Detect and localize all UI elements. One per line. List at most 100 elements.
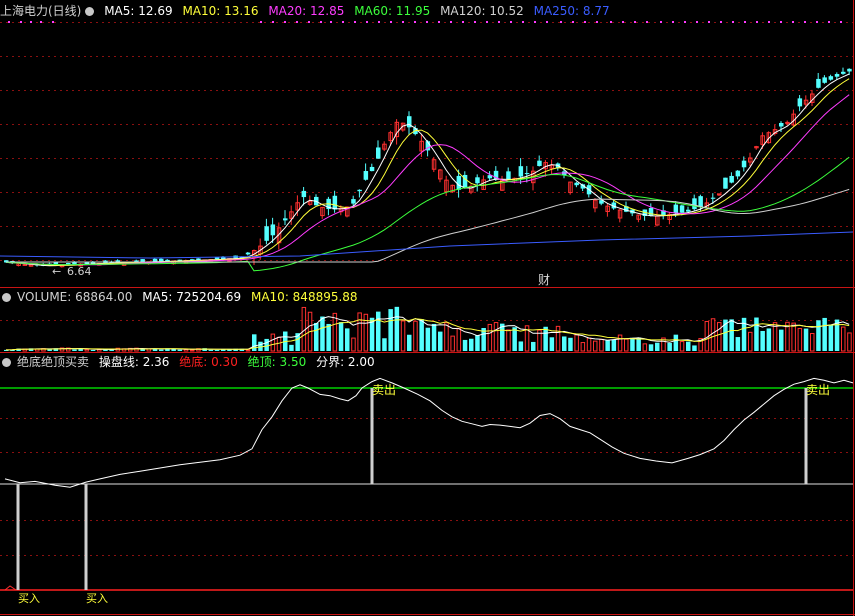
volume-bar (512, 327, 517, 351)
volume-bar (345, 328, 350, 351)
ma20-line (5, 94, 850, 266)
candle-body (779, 123, 784, 127)
indicator-panel: 买入 买入 卖出 卖出 (0, 377, 854, 605)
volume-bar (382, 338, 387, 351)
candle-body (841, 71, 846, 74)
volume-bar (351, 337, 356, 352)
signal-dot (744, 21, 746, 23)
volume-bar (741, 317, 747, 351)
gear-icon[interactable] (85, 7, 95, 16)
volume-bar (332, 312, 338, 352)
signal-dot (296, 21, 298, 23)
signal-dot (390, 21, 392, 23)
buy-signal-bar (16, 484, 20, 590)
signal-dot (20, 21, 22, 23)
candle-body (686, 209, 691, 212)
volume-bar (183, 349, 189, 352)
gear-icon[interactable] (2, 358, 11, 367)
signal-dot (708, 21, 710, 23)
volume-bar (431, 323, 437, 351)
candle-body (159, 258, 164, 262)
signal-dot (672, 21, 674, 23)
signal-dot (40, 21, 42, 23)
candle-body (822, 77, 827, 83)
candle-body (357, 189, 362, 192)
signal-dot (792, 21, 794, 23)
ma10-value: MA10: 13.16 (182, 4, 259, 18)
price-panel-header: 上海电力(日线) MA5: 12.69 MA10: 13.16 MA20: 12… (0, 3, 616, 19)
candle-body (537, 160, 542, 166)
candle-body (376, 147, 381, 159)
signal-dot (260, 21, 262, 23)
volume-bar (177, 349, 183, 351)
volume-bar (710, 318, 716, 352)
sell-signal-bar (370, 388, 374, 484)
ma60-line (5, 156, 850, 272)
volume-bar (810, 333, 815, 352)
signal-dot (720, 21, 722, 23)
volume-bar (760, 330, 765, 351)
signal-dot (768, 21, 770, 23)
volume-bar (562, 336, 567, 351)
ma5-value: MA5: 12.69 (104, 4, 173, 18)
volume-bar (320, 316, 325, 351)
signal-dot (804, 21, 806, 23)
signal-dot (402, 21, 404, 23)
volume-bar (276, 336, 282, 352)
volume-bar (568, 337, 573, 351)
sell-signal-label: 卖出 (372, 383, 396, 397)
signal-dot (462, 21, 464, 23)
volume-bar (456, 327, 462, 352)
candle-body (351, 199, 356, 204)
signal-dot (284, 21, 286, 23)
volume-bar (847, 332, 852, 352)
ma250-line (0, 231, 854, 259)
candle-body (723, 177, 728, 189)
indicator-panel-header: 绝底绝顶买卖 操盘线: 2.36 绝底: 0.30 绝顶: 3.50 分界: 2… (0, 354, 381, 370)
signal-dot (828, 21, 830, 23)
signal-dot (684, 21, 686, 23)
signal-dot (596, 21, 598, 23)
candle-body (698, 196, 703, 207)
sell-signal-label: 卖出 (806, 383, 830, 397)
volume-bar (413, 320, 418, 352)
volume-bar (642, 343, 648, 352)
chart-canvas: 买入 买入 卖出 卖出 6.64 ← 财 (0, 0, 855, 616)
signal-dot (438, 21, 440, 23)
volume-bar (679, 341, 685, 352)
signal-dot (560, 21, 562, 23)
gear-icon[interactable] (2, 293, 11, 302)
volume-bar (648, 344, 654, 351)
volume-bar (624, 338, 629, 352)
signal-dot (320, 21, 322, 23)
volume-bar (84, 349, 90, 352)
candle-body (710, 197, 716, 199)
signal-dot (660, 21, 662, 23)
signal-dot (272, 21, 274, 23)
volume-bar (394, 306, 400, 351)
volume-bar (438, 331, 443, 351)
volume-bar (326, 323, 331, 351)
candle-body (456, 175, 462, 190)
ma60-value: MA60: 11.95 (354, 4, 431, 18)
signal-dot (498, 21, 500, 23)
signal-dot (52, 21, 54, 23)
finance-marker-label: 财 (538, 273, 550, 287)
candle-body (152, 258, 158, 262)
volume-bar (617, 334, 623, 352)
volume-bar (388, 309, 393, 351)
volume-bar (531, 341, 536, 351)
fenjie-value: 分界: 2.00 (316, 355, 375, 369)
signal-dot (610, 21, 612, 23)
volume-bar (586, 337, 592, 352)
buy-signal-bar (84, 484, 88, 590)
candle-body (214, 257, 220, 260)
low-price-arrow: ← (52, 265, 61, 278)
candle-body (301, 190, 307, 198)
volume-bar (803, 328, 809, 351)
signal-dot (330, 21, 332, 23)
volume-bar (754, 317, 759, 351)
caopan-line (4, 377, 854, 488)
candle-body (834, 74, 840, 77)
volume-bar (72, 349, 77, 351)
